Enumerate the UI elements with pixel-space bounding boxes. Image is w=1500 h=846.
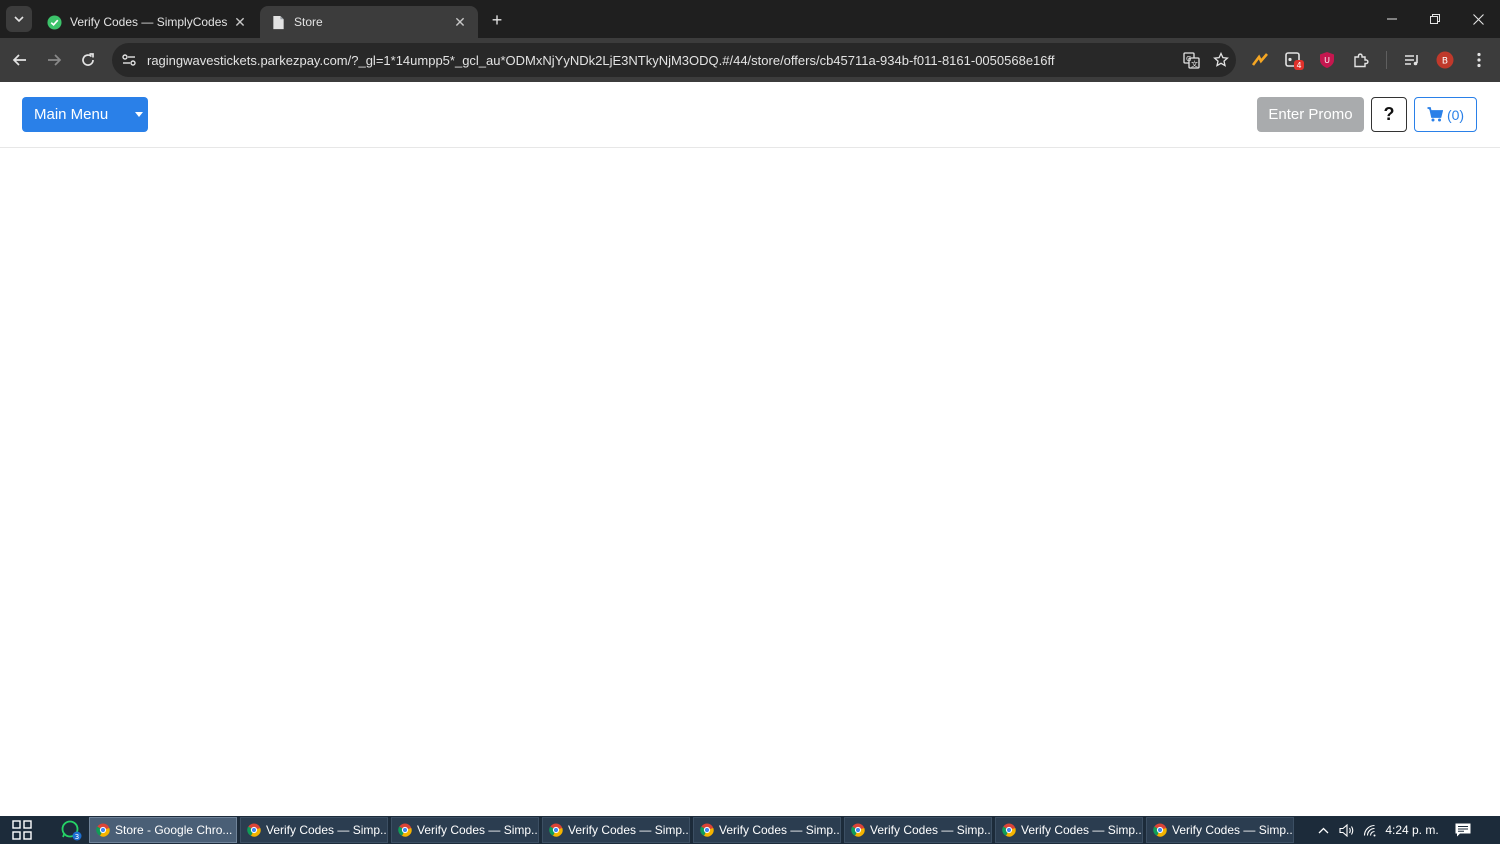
taskbar-item-verify-codes[interactable]: Verify Codes — Simp... xyxy=(1146,817,1294,843)
wifi-icon[interactable] xyxy=(1360,820,1380,840)
store-navbar: Main Menu Enter Promo ? (0) xyxy=(0,82,1500,148)
tab-store[interactable]: Store ✕ xyxy=(260,6,478,38)
extension-lightning-icon[interactable] xyxy=(1246,46,1274,74)
extensions-puzzle-icon[interactable] xyxy=(1347,46,1375,74)
clock[interactable]: 4:24 p. m. xyxy=(1384,820,1440,840)
taskbar-item-verify-codes[interactable]: Verify Codes — Simp... xyxy=(844,817,992,843)
taskbar-item-store[interactable]: Store - Google Chro... xyxy=(89,817,237,843)
address-bar[interactable]: ragingwavestickets.parkezpay.com/?_gl=1*… xyxy=(112,43,1236,77)
volume-icon[interactable] xyxy=(1336,820,1356,840)
help-button[interactable]: ? xyxy=(1371,97,1407,132)
tab-verify-codes[interactable]: Verify Codes — SimplyCodes ✕ xyxy=(36,6,258,38)
taskbar-item-verify-codes[interactable]: Verify Codes — Simp... xyxy=(240,817,388,843)
close-window-icon[interactable] xyxy=(1456,0,1500,38)
taskbar-item-label: Verify Codes — Simp... xyxy=(719,823,841,837)
chrome-icon xyxy=(549,823,563,837)
taskbar-item-label: Verify Codes — Simp... xyxy=(1172,823,1294,837)
simplycodes-icon xyxy=(46,14,62,30)
bookmark-star-icon[interactable] xyxy=(1206,45,1236,75)
svg-text:U: U xyxy=(1324,56,1330,65)
taskbar-item-verify-codes[interactable]: Verify Codes — Simp... xyxy=(693,817,841,843)
tab-search-button[interactable] xyxy=(6,6,32,32)
taskbar-item-label: Verify Codes — Simp... xyxy=(870,823,992,837)
site-info-icon[interactable] xyxy=(114,45,144,75)
toolbar-separator xyxy=(1386,51,1387,69)
caret-down-icon[interactable] xyxy=(130,97,148,132)
tab-title: Verify Codes — SimplyCodes xyxy=(70,15,228,29)
chrome-icon xyxy=(1002,823,1016,837)
tray-chevron-up-icon[interactable] xyxy=(1314,820,1332,840)
taskbar-item-label: Store - Google Chro... xyxy=(115,823,233,837)
notifications-icon[interactable] xyxy=(1452,820,1474,840)
restore-icon[interactable] xyxy=(1413,0,1457,38)
taskbar-item-label: Verify Codes — Simp... xyxy=(568,823,690,837)
profile-avatar[interactable]: B xyxy=(1431,46,1459,74)
chrome-icon xyxy=(398,823,412,837)
chrome-icon xyxy=(700,823,714,837)
chrome-icon xyxy=(96,823,110,837)
close-tab-icon[interactable]: ✕ xyxy=(452,14,468,30)
enter-promo-button[interactable]: Enter Promo xyxy=(1257,97,1364,132)
main-menu-label: Main Menu xyxy=(34,106,109,123)
close-tab-icon[interactable]: ✕ xyxy=(232,14,248,30)
minimize-icon[interactable] xyxy=(1370,0,1414,38)
media-queue-icon[interactable] xyxy=(1398,46,1426,74)
main-menu-button[interactable]: Main Menu xyxy=(22,97,148,132)
chevron-down-icon xyxy=(14,16,24,23)
browser-toolbar: ragingwavestickets.parkezpay.com/?_gl=1*… xyxy=(0,38,1500,82)
whatsapp-icon[interactable]: 3 xyxy=(60,819,82,841)
svg-text:文: 文 xyxy=(1191,59,1198,68)
reload-icon[interactable] xyxy=(74,46,102,74)
browser-tab-strip: Verify Codes — SimplyCodes ✕ Store ✕ + xyxy=(0,0,1500,38)
browser-menu-icon[interactable] xyxy=(1465,46,1493,74)
chrome-icon xyxy=(1153,823,1167,837)
translate-icon[interactable]: G文 xyxy=(1176,45,1206,75)
taskbar-item-verify-codes[interactable]: Verify Codes — Simp... xyxy=(542,817,690,843)
taskbar-item-verify-codes[interactable]: Verify Codes — Simp... xyxy=(391,817,539,843)
shopping-cart-icon xyxy=(1427,107,1443,122)
ublock-shield-icon[interactable]: U xyxy=(1313,46,1341,74)
extension-badge: 4 xyxy=(1296,61,1301,70)
extension-simplycodes-icon[interactable]: 4 xyxy=(1280,46,1308,74)
back-arrow-icon[interactable] xyxy=(6,46,34,74)
whatsapp-badge: 3 xyxy=(75,833,79,841)
tab-title: Store xyxy=(294,15,323,29)
taskbar-item-label: Verify Codes — Simp... xyxy=(417,823,539,837)
url-text[interactable]: ragingwavestickets.parkezpay.com/?_gl=1*… xyxy=(147,53,1176,68)
start-grid-icon[interactable] xyxy=(12,820,34,840)
profile-initial: B xyxy=(1442,57,1448,67)
taskbar-item-verify-codes[interactable]: Verify Codes — Simp... xyxy=(995,817,1143,843)
taskbar-item-label: Verify Codes — Simp... xyxy=(1021,823,1143,837)
new-tab-plus-icon[interactable]: + xyxy=(486,9,508,31)
windows-taskbar: 3 Store - Google Chro... Verify Codes — … xyxy=(0,816,1500,844)
chrome-icon xyxy=(247,823,261,837)
chrome-icon xyxy=(851,823,865,837)
page-content: Main Menu Enter Promo ? (0) xyxy=(0,82,1500,816)
taskbar-item-label: Verify Codes — Simp... xyxy=(266,823,388,837)
page-icon xyxy=(270,14,286,30)
cart-count: (0) xyxy=(1446,106,1465,123)
cart-button[interactable]: (0) xyxy=(1414,97,1477,132)
forward-arrow-icon[interactable] xyxy=(40,46,68,74)
